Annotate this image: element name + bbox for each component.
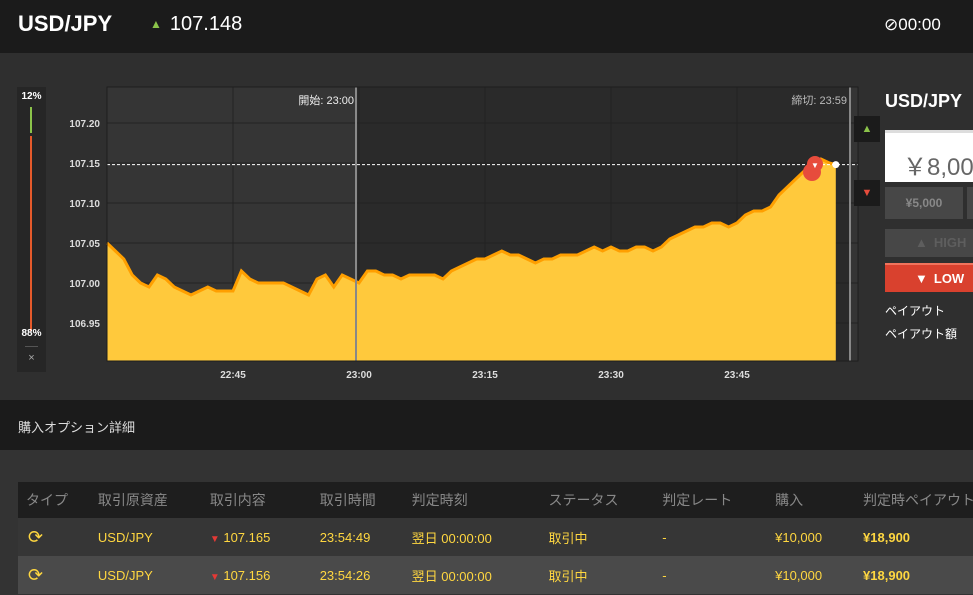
price-chart: 107.20 107.15 107.10 107.05 107.00 106.95 22:4… — [69, 86, 859, 381]
column-header: 取引時間 — [319, 482, 412, 518]
judge-cell: 翌日 00:00:00 — [411, 556, 549, 594]
low-button[interactable]: ▼ LOW — [885, 263, 973, 292]
purchase-cell: ¥10,000 — [775, 556, 864, 594]
column-header: 購入 — [775, 482, 864, 518]
section-title: 購入オプション詳細 — [0, 400, 973, 450]
judge-cell: 翌日 00:00:00 — [411, 518, 549, 556]
x-tick-label: 22:45 — [220, 370, 246, 381]
time-cell: 23:54:49 — [319, 518, 412, 556]
high-marker-icon: ▲ — [854, 116, 880, 142]
column-header: 判定時刻 — [411, 482, 549, 518]
asset-cell: USD/JPY — [97, 518, 210, 556]
payout-cell: ¥18,900 — [863, 518, 973, 556]
x-tick-label: 23:30 — [598, 370, 624, 381]
exchange-icon: ⟳ — [18, 518, 98, 556]
status-cell: 取引中 — [548, 518, 663, 556]
column-header: 判定時ペイアウト — [863, 482, 973, 518]
payout-label: ペイアウト — [885, 304, 946, 318]
payout-cell: ¥18,900 — [863, 556, 973, 594]
low-icon: ▼ — [209, 533, 220, 545]
end-label: 締切: 23:59 — [791, 93, 847, 107]
panel-asset-title: USD/JPY — [885, 91, 963, 111]
options-table: タイプ 取引原資産 取引内容 取引時間 判定時刻 ステータス 判定レート 購入 判定時ペイアウト… — [18, 482, 973, 594]
down-arrow-icon: ▼ — [915, 271, 928, 286]
column-header: ステータス — [548, 482, 663, 518]
trade-content-cell: ▼ 107.156 — [209, 556, 320, 594]
y-tick-label: 107.05 — [69, 239, 100, 250]
y-tick-label: 106.95 — [69, 319, 100, 330]
judge_rate-cell: - — [662, 556, 776, 594]
payout-amount-label: ペイアウト額 — [885, 327, 958, 341]
exchange-icon: ⟳ — [18, 556, 98, 594]
asset-cell: USD/JPY — [97, 556, 210, 594]
purchase-cell: ¥10,000 — [775, 518, 864, 556]
x-tick-label: 23:00 — [346, 370, 372, 381]
time-cell: 23:54:26 — [319, 556, 412, 594]
column-header: 取引原資産 — [97, 482, 210, 518]
table-row: ⟳ USD/JPY ▼ 107.156 23:54:26 翌日 00:00:00 取引中 -… — [18, 556, 973, 594]
status-cell: 取引中 — [548, 556, 663, 594]
current-rate-dot — [832, 161, 840, 169]
start-label: 開始: 23:00 — [298, 93, 354, 107]
preset-button[interactable] — [967, 187, 973, 219]
trade-content-cell: ▼ 107.165 — [209, 518, 320, 556]
y-tick-label: 107.20 — [69, 119, 100, 130]
low-icon: ▼ — [209, 571, 220, 583]
column-header: タイプ — [18, 482, 98, 518]
y-tick-label: 107.00 — [69, 279, 100, 290]
amount-input[interactable]: ￥8,000 — [885, 130, 973, 182]
y-tick-label: 107.10 — [69, 199, 100, 210]
low-arrow-icon: ▼ — [811, 161, 819, 170]
judge_rate-cell: - — [662, 518, 776, 556]
high-button[interactable]: ▲ HIGH — [885, 229, 973, 257]
x-tick-label: 23:15 — [472, 370, 498, 381]
column-header: 取引内容 — [209, 482, 320, 518]
low-marker-icon: ▼ — [854, 180, 880, 206]
up-arrow-icon: ▲ — [915, 235, 928, 250]
y-tick-label: 107.15 — [69, 159, 100, 170]
table-row: ⟳ USD/JPY ▼ 107.165 23:54:49 翌日 00:00:00 取引中 -… — [18, 518, 973, 556]
x-tick-label: 23:45 — [724, 370, 750, 381]
column-header: 判定レート — [662, 482, 776, 518]
preset-5000-button[interactable]: ¥5,000 — [885, 187, 963, 219]
